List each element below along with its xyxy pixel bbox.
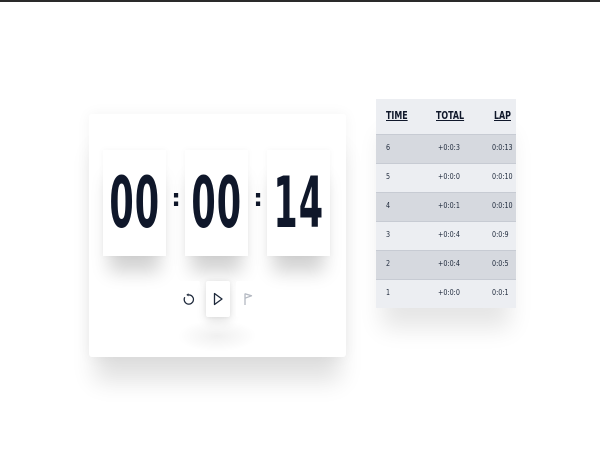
- lap-time: 0:0:5: [492, 259, 509, 268]
- lap-row: 2 +0:0:4 0:0:5: [376, 250, 516, 279]
- lap-time: 0:0:1: [492, 288, 509, 297]
- laps-table: TIME TOTAL LAP 6 +0:0:3 0:0:13 5 +0:0:0 0:0:1…: [376, 99, 516, 308]
- controls-bar: [176, 280, 260, 318]
- lap-row: 6 +0:0:3 0:0:13: [376, 134, 516, 163]
- stopwatch-card: 00 : 00 : 14: [89, 114, 346, 357]
- lap-time: 0:0:10: [492, 201, 513, 210]
- laps-header: TIME TOTAL LAP: [376, 99, 516, 134]
- lap-row: 5 +0:0:0 0:0:10: [376, 163, 516, 192]
- lap-number: 5: [386, 172, 391, 181]
- play-icon: [213, 292, 223, 306]
- lap-time: 0:0:10: [492, 172, 513, 181]
- hours-display: 00: [103, 150, 166, 256]
- lap-number: 3: [386, 230, 391, 239]
- lap-header[interactable]: LAP: [494, 109, 511, 122]
- lap-button[interactable]: [236, 281, 260, 317]
- seconds-display: 14: [267, 150, 330, 256]
- top-border: [0, 0, 600, 2]
- seconds-value: 14: [273, 162, 324, 244]
- lap-time: 0:0:13: [492, 143, 513, 152]
- minutes-value: 00: [191, 162, 242, 244]
- play-button[interactable]: [206, 281, 230, 317]
- lap-total: +0:0:3: [438, 143, 460, 152]
- lap-time: 0:0:9: [492, 230, 509, 239]
- hours-value: 00: [109, 162, 160, 244]
- lap-number: 2: [386, 259, 391, 268]
- lap-row: 3 +0:0:4 0:0:9: [376, 221, 516, 250]
- lap-total: +0:0:0: [438, 288, 460, 297]
- reset-button[interactable]: [176, 281, 200, 317]
- flag-icon: [244, 293, 253, 305]
- lap-total: +0:0:4: [438, 230, 460, 239]
- lap-number: 1: [386, 288, 391, 297]
- lap-row: 4 +0:0:1 0:0:10: [376, 192, 516, 221]
- time-header[interactable]: TIME: [386, 109, 408, 122]
- separator: :: [253, 184, 263, 212]
- lap-total: +0:0:0: [438, 172, 460, 181]
- lap-number: 6: [386, 143, 391, 152]
- reset-icon: [183, 292, 194, 305]
- lap-total: +0:0:1: [438, 201, 460, 210]
- minutes-display: 00: [185, 150, 248, 256]
- lap-total: +0:0:4: [438, 259, 460, 268]
- separator: :: [171, 184, 181, 212]
- lap-number: 4: [386, 201, 391, 210]
- controls-shadow: [177, 320, 257, 352]
- laps-body: 6 +0:0:3 0:0:13 5 +0:0:0 0:0:10 4 +0:0:1 0:0:10 3…: [376, 134, 516, 308]
- total-header[interactable]: TOTAL: [436, 109, 464, 122]
- lap-row: 1 +0:0:0 0:0:1: [376, 279, 516, 308]
